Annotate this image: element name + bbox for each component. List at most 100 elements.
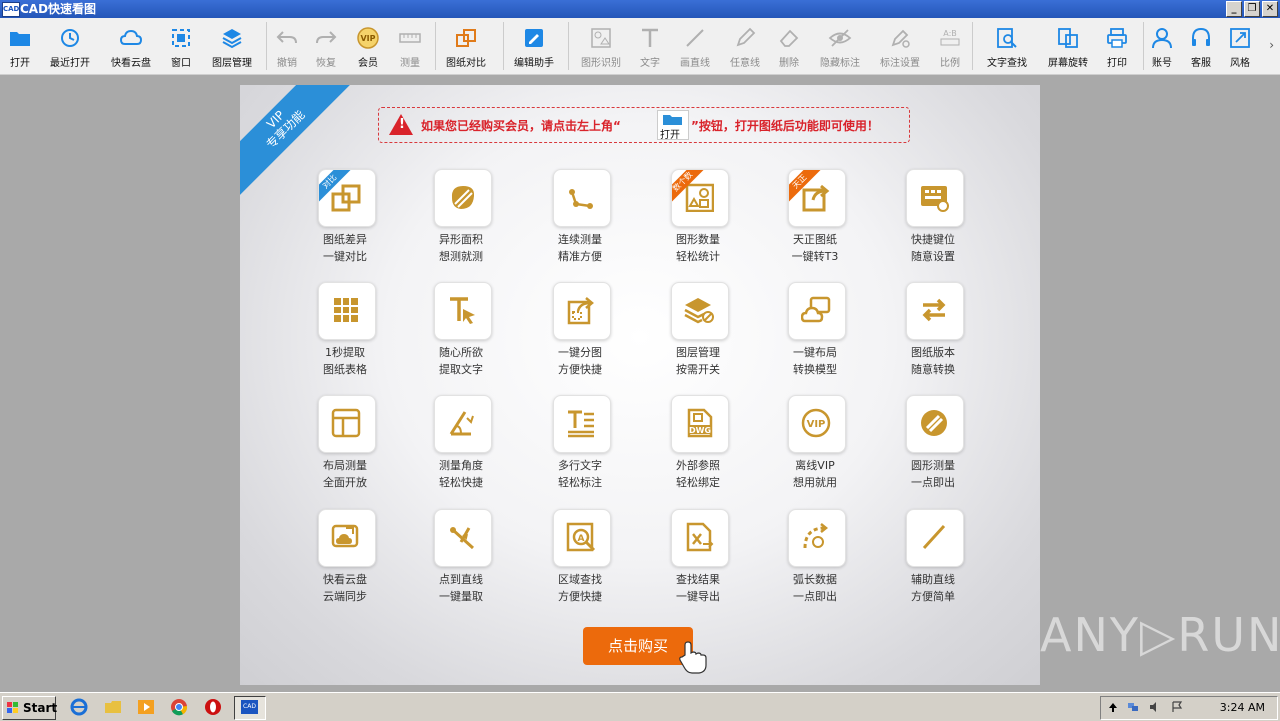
feature-item[interactable]: 1秒提取 图纸表格 [290, 282, 400, 386]
feature-icon-box[interactable] [318, 282, 376, 340]
feature-item[interactable]: 多行文字 轻松标注 [525, 395, 635, 499]
feature-title: 外部参照 [676, 459, 720, 472]
toolbar-edit-button[interactable]: 编辑助手 [500, 18, 568, 74]
feature-icon-box[interactable] [788, 282, 846, 340]
tray-up-arrow-icon[interactable] [1107, 701, 1119, 713]
feature-title: 测量角度 [439, 459, 483, 472]
system-tray: 3:24 AM [1100, 696, 1278, 720]
feature-item[interactable]: 图层管理 按需开关 [643, 282, 753, 386]
volume-icon[interactable] [1149, 701, 1161, 713]
window-title: CAD快速看图 [20, 2, 97, 16]
svg-text:A:B: A:B [943, 29, 957, 38]
feature-item[interactable]: 一键布局 转换模型 [760, 282, 870, 386]
toolbar-find-text-button[interactable]: 文字查找 [973, 18, 1041, 74]
feature-item[interactable]: DWG 外部参照 轻松绑定 [643, 395, 753, 499]
notice-open-button[interactable]: 打开 [657, 110, 689, 141]
feature-icon-box[interactable] [434, 395, 492, 453]
close-button[interactable]: ✕ [1262, 1, 1278, 17]
start-button[interactable]: Start [2, 696, 57, 720]
feature-icon-box[interactable] [553, 169, 611, 227]
feature-icon-box[interactable]: 数个数 [671, 169, 729, 227]
feature-icon-box[interactable] [906, 282, 964, 340]
toolbar-find-text-label: 文字查找 [987, 58, 1027, 69]
feature-icon-box[interactable] [906, 509, 964, 567]
ruler-icon [399, 33, 421, 43]
feature-icon-box[interactable]: 对比 [318, 169, 376, 227]
feature-icon-box[interactable]: 天正 [788, 169, 846, 227]
line-icon [686, 29, 704, 47]
feature-item[interactable]: 天正 天正图纸 一键转T3 [760, 169, 870, 273]
feature-item[interactable]: 测量角度 轻松快捷 [406, 395, 516, 499]
feature-subtitle: 一键转T3 [791, 250, 839, 263]
layers-icon [222, 29, 242, 49]
feature-icon-box[interactable]: VIP [788, 395, 846, 453]
pen-icon [736, 27, 756, 47]
toolbar-hide-annot-button[interactable]: 隐藏标注 [806, 18, 874, 74]
chrome-icon[interactable] [170, 698, 188, 716]
toolbar-style-button[interactable]: 风格 [1206, 18, 1274, 74]
media-player-icon[interactable] [137, 698, 155, 716]
feature-icon-box[interactable] [671, 509, 729, 567]
feature-item[interactable]: 随心所欲 提取文字 [406, 282, 516, 386]
feature-item[interactable]: 连续测量 精准方便 [525, 169, 635, 273]
restore-button[interactable]: ❐ [1244, 1, 1260, 17]
feature-item[interactable]: 异形面积 想测就测 [406, 169, 516, 273]
network-icon[interactable] [1127, 701, 1139, 713]
feature-item[interactable]: VIP 离线VIP 想用就用 [760, 395, 870, 499]
feature-icon-box[interactable] [434, 509, 492, 567]
feature-item[interactable]: 一键分图 方便快捷 [525, 282, 635, 386]
main-toolbar: › 打开 最近打开 快看云盘 窗口 图层管理 撤销 恢复 VIP 会员 测量 图… [0, 18, 1280, 75]
feature-item[interactable]: 点到直线 一键量取 [406, 509, 516, 613]
toolbar-recent-button[interactable]: 最近打开 [36, 18, 104, 74]
hand-pointer-icon [679, 641, 707, 674]
feature-item[interactable]: 数个数 图形数量 轻松统计 [643, 169, 753, 273]
svg-text:A: A [578, 534, 585, 544]
feature-icon-box[interactable] [788, 509, 846, 567]
feature-title: 多行文字 [558, 459, 602, 472]
feature-subtitle: 图纸表格 [323, 363, 367, 376]
feature-icon-box[interactable] [906, 395, 964, 453]
feature-item[interactable]: 查找结果 一键导出 [643, 509, 753, 613]
feature-item[interactable]: 快看云盘 云端同步 [290, 509, 400, 613]
feature-subtitle: 一点即出 [793, 590, 837, 603]
feature-subtitle: 轻松绑定 [676, 476, 720, 489]
feature-icon-box[interactable] [434, 282, 492, 340]
compare-icon [456, 29, 476, 47]
scale-icon: A:B [940, 29, 960, 46]
irregular-area-icon [451, 186, 475, 209]
feature-title: 1秒提取 [325, 346, 365, 359]
layers-icon [684, 298, 714, 324]
minimize-button[interactable]: _ [1226, 1, 1242, 17]
feature-item[interactable]: 布局测量 全面开放 [290, 395, 400, 499]
feature-icon-box[interactable]: DWG [671, 395, 729, 453]
feature-icon-box[interactable] [906, 169, 964, 227]
shape-count-icon [685, 183, 714, 212]
feature-item[interactable]: 对比 图纸差异 一键对比 [290, 169, 400, 273]
taskbar-cad-app-button[interactable]: CAD [234, 696, 266, 720]
compare-icon [331, 184, 361, 212]
eye-hidden-icon [828, 29, 852, 47]
toolbar-compare-button[interactable]: 图纸对比 [432, 18, 500, 74]
opera-icon[interactable] [204, 698, 222, 716]
feature-icon-box[interactable] [671, 282, 729, 340]
taskbar: Start CAD 3:24 AM [0, 692, 1280, 721]
feature-item[interactable]: 弧长数据 一点即出 [760, 509, 870, 613]
feature-item[interactable]: 圆形测量 一点即出 [878, 395, 988, 499]
eraser-icon [779, 29, 799, 47]
feature-icon-box[interactable] [318, 509, 376, 567]
ie-icon[interactable] [70, 698, 88, 716]
feature-subtitle: 精准方便 [558, 250, 602, 263]
feature-icon-box[interactable] [553, 395, 611, 453]
feature-icon-box[interactable] [434, 169, 492, 227]
feature-subtitle: 方便快捷 [558, 590, 602, 603]
feature-item[interactable]: 辅助直线 方便简单 [878, 509, 988, 613]
feature-icon-box[interactable] [553, 282, 611, 340]
feature-item[interactable]: 图纸版本 随意转换 [878, 282, 988, 386]
feature-item[interactable]: A 区域查找 方便快捷 [525, 509, 635, 613]
feature-item[interactable]: 快捷键位 随意设置 [878, 169, 988, 273]
feature-icon-box[interactable]: A [553, 509, 611, 567]
app-icon: CAD [2, 2, 20, 17]
action-center-flag-icon[interactable] [1171, 701, 1183, 713]
feature-icon-box[interactable] [318, 395, 376, 453]
explorer-icon[interactable] [104, 698, 122, 716]
